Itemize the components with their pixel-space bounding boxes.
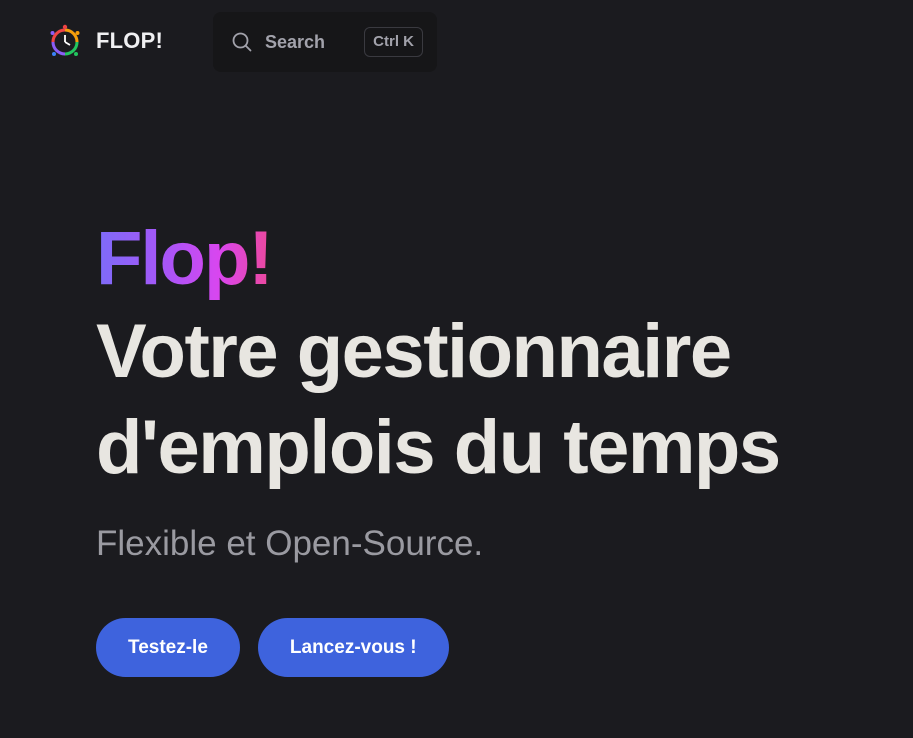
hero-text-line-2: d'emplois du temps <box>96 405 781 490</box>
home-link[interactable]: FLOP! <box>48 24 163 58</box>
hero-tagline: Flexible et Open-Source. <box>96 524 484 563</box>
hero-name: Flop! <box>96 214 274 304</box>
brand-title: FLOP! <box>96 28 163 53</box>
try-it-button[interactable]: Testez-le <box>96 618 240 677</box>
get-started-button[interactable]: Lancez-vous ! <box>257 618 449 677</box>
hero-heading: Flop! Votre gestionnaire d'emplois du te… <box>96 214 876 496</box>
top-navbar: FLOP! Search Ctrl K <box>0 0 913 86</box>
hero-text-line-1: Votre gestionnaire <box>96 309 732 394</box>
search-icon <box>231 31 265 53</box>
hero-actions: Testez-le Lancez-vous ! <box>96 618 449 677</box>
flop-logo-icon <box>48 24 82 58</box>
search-button[interactable]: Search Ctrl K <box>213 12 437 72</box>
hero-text: Votre gestionnaire d'emplois du temps <box>96 304 876 496</box>
search-shortcut-badge: Ctrl K <box>364 27 423 57</box>
search-placeholder: Search <box>265 31 326 52</box>
